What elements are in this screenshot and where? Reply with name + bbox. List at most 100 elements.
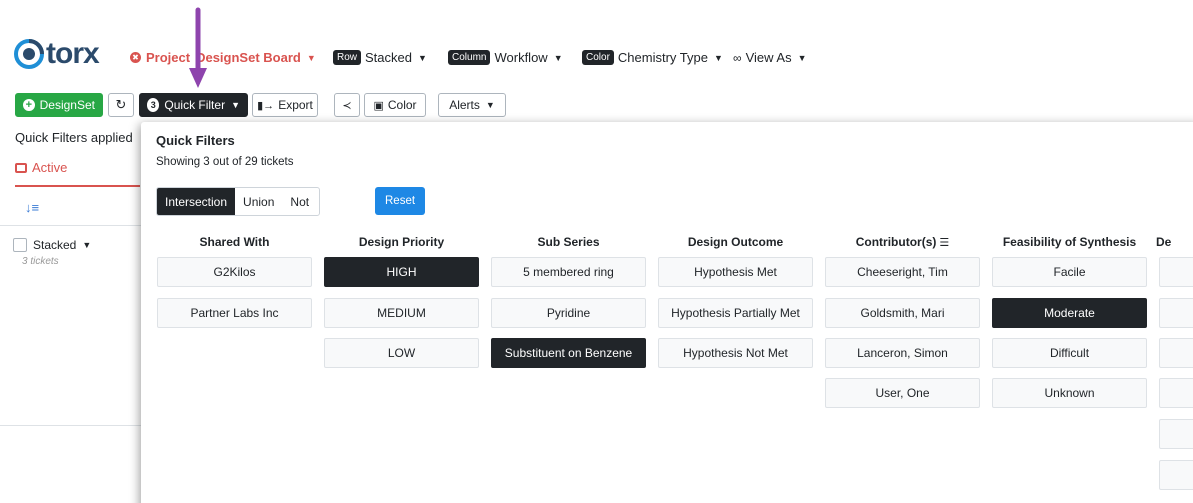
mode-union-button[interactable]: Union: [235, 188, 282, 215]
filter-chip-truncated[interactable]: [1159, 419, 1193, 449]
chevron-down-icon: ▼: [82, 240, 92, 250]
export-icon: ▮→: [257, 99, 275, 112]
filter-chip[interactable]: Hypothesis Not Met: [658, 338, 813, 368]
page: torx ✖ Project DesignSet Board ▼ Row Sta…: [0, 0, 1193, 503]
column-header-design-truncated: De: [1156, 235, 1172, 249]
export-label: Export: [278, 98, 313, 112]
filter-chip[interactable]: Facile: [992, 257, 1147, 287]
filter-chip-truncated[interactable]: [1159, 257, 1193, 287]
filter-chip-truncated[interactable]: [1159, 298, 1193, 328]
export-button[interactable]: ▮→ Export: [252, 93, 318, 117]
row-dropdown[interactable]: Row Stacked ▼: [333, 50, 427, 65]
active-tab-underline: [15, 185, 140, 187]
alerts-label: Alerts: [449, 98, 480, 112]
stacked-row[interactable]: Stacked ▼: [13, 238, 91, 252]
color-value: Chemistry Type: [617, 50, 708, 65]
refresh-button[interactable]: ↻: [108, 93, 134, 117]
view-as-label: View As: [745, 50, 792, 65]
column-value: Workflow: [494, 50, 548, 65]
quick-filter-count-badge: 3: [147, 98, 160, 112]
column-header-design-priority: Design Priority: [358, 235, 445, 249]
chevron-down-icon: ▼: [231, 100, 240, 110]
filter-chip-selected[interactable]: HIGH: [324, 257, 479, 287]
designset-label: DesignSet: [39, 98, 95, 112]
filter-chip[interactable]: MEDIUM: [324, 298, 479, 328]
panel-title: Quick Filters: [156, 133, 235, 148]
quick-filter-button[interactable]: 3 Quick Filter ▼: [139, 93, 248, 117]
active-tab-label: Active: [32, 160, 68, 175]
column-tag: Column: [448, 50, 491, 65]
filter-chip[interactable]: G2Kilos: [157, 257, 312, 287]
chevron-down-icon: ▼: [485, 100, 495, 110]
filter-chip[interactable]: Lanceron, Simon: [825, 338, 980, 368]
row-value: Stacked: [365, 50, 412, 65]
project-dropdown[interactable]: ✖ Project DesignSet Board ▼: [130, 50, 316, 65]
project-status-icon: ✖: [130, 52, 141, 63]
filter-mode-toggle: Intersection Union Not: [156, 187, 321, 216]
mode-intersection-button[interactable]: Intersection: [157, 188, 236, 215]
alerts-button[interactable]: Alerts ▼: [438, 93, 506, 117]
filter-chip-selected[interactable]: Moderate: [992, 298, 1147, 328]
chevron-down-icon: ▼: [553, 52, 563, 63]
filter-chip[interactable]: Unknown: [992, 378, 1147, 408]
chevron-down-icon: ▼: [418, 52, 427, 63]
tickets-showing-text: Showing 3 out of 29 tickets: [156, 156, 294, 168]
glasses-icon: ∞: [733, 50, 742, 65]
contributors-header-label: Contributor(s): [855, 235, 937, 249]
filter-chip[interactable]: Difficult: [992, 338, 1147, 368]
filter-chip-truncated[interactable]: [1159, 338, 1193, 368]
layers-icon: ☰: [939, 237, 950, 249]
quick-filters-panel: Quick Filters Showing 3 out of 29 ticket…: [141, 122, 1193, 503]
filter-chip[interactable]: Cheeseright, Tim: [825, 257, 980, 287]
column-header-shared-with: Shared With: [199, 235, 270, 249]
palette-icon: ▣: [373, 99, 384, 112]
project-board-label: DesignSet Board: [196, 50, 301, 65]
filter-chip-truncated[interactable]: [1159, 378, 1193, 408]
filter-chip[interactable]: Pyridine: [491, 298, 646, 328]
sort-icon[interactable]: ↓≡: [25, 200, 39, 215]
torx-logo-mark-icon: [14, 39, 44, 69]
chevron-down-icon: ▼: [306, 52, 316, 63]
quick-filter-label: Quick Filter: [164, 98, 226, 112]
filter-chip[interactable]: User, One: [825, 378, 980, 408]
column-header-sub-series: Sub Series: [537, 235, 600, 249]
designset-button[interactable]: + DesignSet: [15, 93, 103, 117]
chevron-down-icon: ▼: [713, 52, 723, 63]
filter-chip[interactable]: Hypothesis Met: [658, 257, 813, 287]
project-label: Project: [146, 50, 191, 65]
filter-chip[interactable]: Hypothesis Partially Met: [658, 298, 813, 328]
column-dropdown[interactable]: Column Workflow ▼: [448, 50, 563, 65]
tickets-count: 3 tickets: [22, 256, 59, 267]
column-header-contributors: Contributor(s) ☰: [825, 235, 980, 249]
filter-chip[interactable]: Partner Labs Inc: [157, 298, 312, 328]
inbox-icon: [15, 162, 27, 173]
stacked-checkbox[interactable]: [13, 238, 27, 252]
torx-logo[interactable]: torx: [14, 37, 100, 70]
divider: [0, 225, 150, 226]
filter-chip-truncated[interactable]: [1159, 460, 1193, 490]
filter-chip[interactable]: 5 membered ring: [491, 257, 646, 287]
logo-text: torx: [46, 37, 100, 70]
color-tag: Color: [582, 50, 614, 65]
filter-chip[interactable]: Goldsmith, Mari: [825, 298, 980, 328]
plus-icon: +: [23, 99, 35, 111]
reset-button[interactable]: Reset: [375, 187, 426, 215]
color-dropdown[interactable]: Color Chemistry Type ▼: [582, 50, 723, 65]
tab-active[interactable]: Active: [15, 160, 67, 175]
quick-filters-applied-text: Quick Filters applied: [15, 130, 133, 145]
filter-chip-selected[interactable]: Substituent on Benzene: [491, 338, 646, 368]
share-button[interactable]: ≺: [334, 93, 360, 117]
share-icon: ≺: [342, 99, 352, 112]
color-label: Color: [387, 98, 417, 112]
chevron-down-icon: ▼: [797, 52, 807, 63]
stacked-label: Stacked: [33, 238, 77, 252]
column-header-feasibility: Feasibility of Synthesis: [1002, 235, 1137, 249]
annotation-arrow-icon: [189, 7, 207, 88]
view-as-dropdown[interactable]: ∞ View As ▼: [733, 50, 807, 65]
row-tag: Row: [333, 50, 362, 65]
color-button[interactable]: ▣ Color: [364, 93, 426, 117]
column-header-design-outcome: Design Outcome: [687, 235, 784, 249]
divider: [0, 425, 150, 426]
filter-chip[interactable]: LOW: [324, 338, 479, 368]
mode-not-button[interactable]: Not: [282, 188, 319, 215]
